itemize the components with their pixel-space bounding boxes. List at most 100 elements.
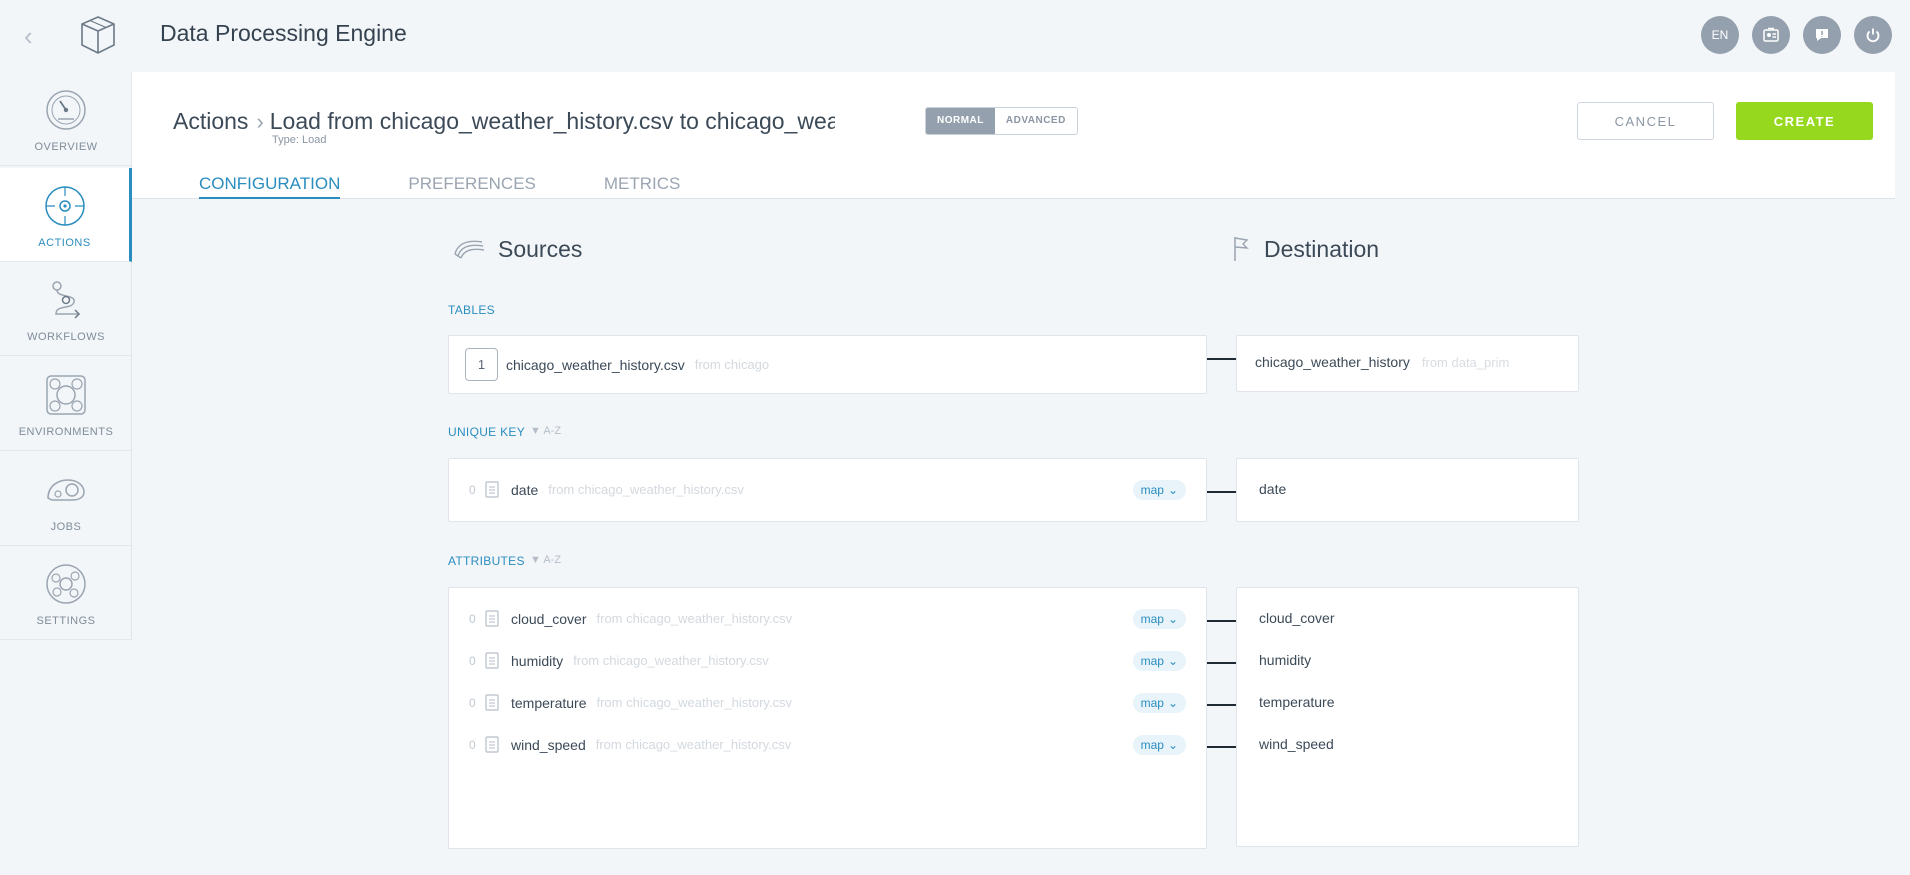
sidebar-item-label: ACTIONS	[38, 237, 91, 249]
sidebar-item-label: JOBS	[50, 521, 82, 533]
field-name: cloud_cover	[511, 610, 587, 627]
language-button[interactable]: EN	[1701, 16, 1739, 54]
sidebar-item-environments[interactable]: ENVIRONMENTS	[0, 357, 132, 451]
attribute-row: 0 temperature from chicago_weather_histo…	[469, 692, 1208, 713]
chevron-down-icon: ⌄	[1167, 653, 1178, 668]
map-dropdown-button[interactable]: map ⌄	[1132, 692, 1186, 713]
cancel-button[interactable]: CANCEL	[1577, 102, 1714, 140]
attributes-sort-toggle[interactable]: ▼ A-Z	[530, 554, 561, 566]
destination-field-name: wind_speed	[1259, 736, 1334, 752]
connector-line	[1207, 358, 1237, 360]
workflow-icon	[52, 281, 81, 319]
profile-card-icon[interactable]	[1752, 16, 1790, 54]
mode-advanced-button[interactable]: ADVANCED	[994, 108, 1077, 134]
field-origin: from chicago_weather_history.csv	[596, 611, 793, 626]
sidebar-item-label: OVERVIEW	[34, 141, 98, 153]
field-name: wind_speed	[511, 736, 586, 753]
destination-attributes-card: cloud_cover humidity temperature wind_sp…	[1236, 587, 1579, 847]
source-table-row: 1 chicago_weather_history.csv from chica…	[465, 348, 769, 381]
source-table-card[interactable]: 1 chicago_weather_history.csv from chica…	[448, 335, 1207, 394]
usage-count: 0	[469, 653, 476, 668]
sidebar-item-actions[interactable]: ACTIONS	[0, 168, 132, 262]
chevron-right-icon: ›	[256, 109, 264, 134]
destination-field-name: temperature	[1259, 694, 1335, 710]
map-label: map	[1140, 611, 1164, 626]
tab-metrics[interactable]: METRICS	[604, 174, 681, 199]
attribute-row: 0 cloud_cover from chicago_weather_histo…	[469, 608, 1208, 629]
mode-toggle: NORMAL ADVANCED	[925, 107, 1078, 135]
document-icon	[485, 481, 499, 498]
map-label: map	[1140, 653, 1164, 668]
attribute-row: 0 wind_speed from chicago_weather_histor…	[469, 734, 1208, 755]
usage-count: 0	[469, 695, 476, 710]
flag-icon	[1234, 237, 1249, 261]
unique-key-card: 0 date from chicago_weather_history.csv …	[448, 458, 1207, 522]
field-origin: from chicago_weather_history.csv	[548, 482, 744, 497]
map-label: map	[1140, 482, 1164, 497]
map-label: map	[1140, 737, 1164, 752]
action-title[interactable]: Load from chicago_weather_history.csv to…	[270, 108, 835, 135]
source-table-name: chicago_weather_history.csv	[506, 356, 685, 373]
map-dropdown-button[interactable]: map ⌄	[1132, 608, 1186, 629]
sidebar-item-settings[interactable]: SETTINGS	[0, 546, 132, 640]
sources-heading: Sources	[452, 234, 582, 264]
destination-heading: Destination	[1230, 234, 1379, 264]
unique-key-sort-toggle[interactable]: ▼ A-Z	[530, 425, 561, 437]
feedback-icon[interactable]	[1803, 16, 1841, 54]
back-arrow-icon[interactable]: ‹	[24, 22, 48, 50]
cube-logo-icon	[81, 16, 115, 54]
app-title: Data Processing Engine	[160, 20, 407, 46]
gauge-icon	[46, 90, 86, 130]
chevron-down-icon: ⌄	[1167, 611, 1178, 626]
chevron-down-icon: ⌄	[1167, 695, 1178, 710]
target-icon	[44, 186, 85, 226]
usage-count: 0	[469, 737, 476, 752]
document-icon	[485, 694, 499, 711]
usage-count: 0	[469, 611, 476, 626]
destination-table-card[interactable]: chicago_weather_history from data_prim	[1236, 335, 1579, 392]
destination-table-name: chicago_weather_history	[1255, 354, 1410, 370]
field-name: humidity	[511, 652, 564, 669]
destination-field-name: cloud_cover	[1259, 610, 1335, 626]
chevron-down-icon: ⌄	[1167, 737, 1178, 752]
environment-icon	[46, 375, 86, 415]
document-icon	[485, 652, 499, 669]
sidebar-item-overview[interactable]: OVERVIEW	[0, 72, 132, 166]
attributes-label: ATTRIBUTES	[448, 554, 525, 568]
map-dropdown-button[interactable]: map ⌄	[1132, 734, 1186, 755]
power-icon[interactable]	[1854, 16, 1892, 54]
destination-field-name: humidity	[1259, 652, 1312, 668]
sidebar: OVERVIEW ACTIONS WORKFLOWS ENVIRONMENTS	[0, 72, 132, 640]
tab-bar: CONFIGURATION PREFERENCES METRICS	[199, 174, 748, 199]
tab-preferences[interactable]: PREFERENCES	[408, 174, 536, 199]
sidebar-item-label: ENVIRONMENTS	[18, 426, 114, 438]
connector-line	[1207, 746, 1237, 748]
tab-configuration[interactable]: CONFIGURATION	[199, 174, 341, 199]
destination-key-row: date	[1259, 481, 1286, 497]
sidebar-item-jobs[interactable]: JOBS	[0, 452, 132, 546]
action-type-label: Type: Load	[272, 134, 327, 146]
breadcrumb: Actions › Load from chicago_weather_hist…	[173, 108, 835, 135]
field-origin: from chicago_weather_history.csv	[595, 737, 792, 752]
sidebar-item-label: WORKFLOWS	[27, 331, 105, 343]
destination-field-name: date	[1259, 481, 1287, 497]
unique-key-label: UNIQUE KEY	[448, 425, 526, 439]
connector-line	[1207, 662, 1237, 664]
destination-title: Destination	[1264, 235, 1380, 262]
tables-label: TABLES	[448, 303, 495, 317]
create-button[interactable]: CREATE	[1736, 102, 1873, 140]
map-dropdown-button[interactable]: map ⌄	[1132, 650, 1186, 671]
main-panel: Actions › Load from chicago_weather_hist…	[132, 72, 1895, 875]
connector-line	[1207, 491, 1237, 493]
source-table-origin: from chicago	[694, 357, 770, 372]
destination-key-card: date	[1236, 458, 1579, 522]
jobs-icon	[47, 479, 85, 501]
map-dropdown-button[interactable]: map ⌄	[1132, 479, 1186, 500]
table-index-badge: 1	[465, 348, 498, 381]
attribute-row: 0 humidity from chicago_weather_history.…	[469, 650, 1208, 671]
field-name: temperature	[511, 694, 587, 711]
sidebar-item-workflows[interactable]: WORKFLOWS	[0, 262, 132, 356]
destination-attribute-row: temperature	[1259, 694, 1334, 710]
mode-normal-button[interactable]: NORMAL	[926, 108, 995, 134]
breadcrumb-actions-link[interactable]: Actions	[173, 108, 248, 135]
